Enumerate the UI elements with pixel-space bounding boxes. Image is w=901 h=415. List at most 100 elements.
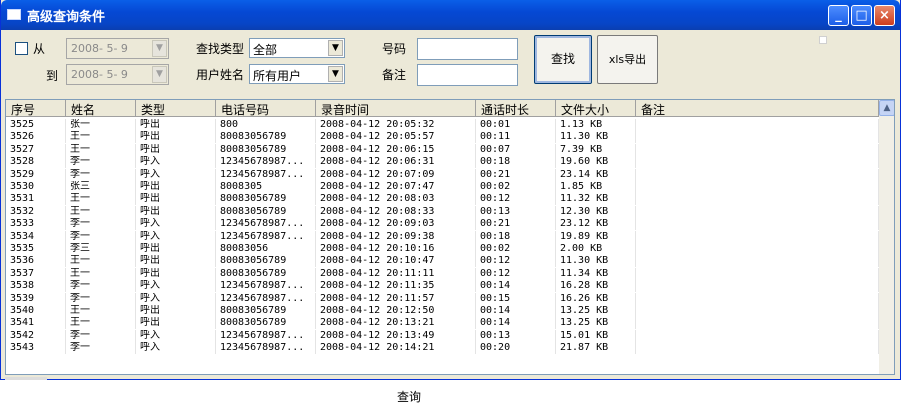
table-cell [636, 168, 879, 181]
to-label: 到 [46, 69, 59, 83]
chevron-down-icon[interactable]: ▼ [152, 40, 167, 57]
table-row[interactable]: 3535 李三 呼出 80083056 2008-04-12 20:10:16 00:02… [6, 243, 879, 255]
column-header[interactable]: 类型 [136, 100, 216, 117]
table-cell: 00:18 [476, 230, 556, 243]
table-cell: 00:11 [476, 131, 556, 144]
table-cell: 00:12 [476, 255, 556, 268]
table-cell: 李一 [66, 329, 136, 342]
table-cell: 12345678987... [216, 342, 316, 355]
search-type-value: 全部 [253, 43, 278, 57]
table-cell: 00:12 [476, 193, 556, 206]
minimize-icon[interactable]: _ [828, 5, 849, 26]
table-cell: 80083056789 [216, 205, 316, 218]
table-cell: 2008-04-12 20:09:03 [316, 218, 476, 231]
table-cell: 7.39 KB [556, 143, 636, 156]
close-icon[interactable]: × [874, 5, 895, 26]
column-header[interactable]: 序号 [6, 100, 66, 117]
note-input[interactable] [417, 64, 518, 86]
table-row[interactable]: 3540 王一 呼出 80083056789 2008-04-12 20:12:50 00… [6, 305, 879, 317]
query-window: 高级查询条件 _ □ × 从 到 2008- 5- 9 ▼ 2008- 5- 9… [0, 0, 901, 380]
table-cell: 00:14 [476, 317, 556, 330]
username-select[interactable]: 所有用户 ▼ [249, 64, 345, 84]
column-header[interactable]: 姓名 [66, 100, 136, 117]
table-cell: 19.60 KB [556, 156, 636, 169]
table-row[interactable]: 3537 王一 呼出 80083056789 2008-04-12 20:11:11 00… [6, 267, 879, 280]
table-cell: 3533 [6, 218, 66, 231]
table-row[interactable]: 3538 李一 呼入 12345678987... 2008-04-12 20:11:3… [6, 280, 879, 293]
table-cell: 13.25 KB [556, 317, 636, 330]
table-cell: 3540 [6, 305, 66, 317]
table-row[interactable]: 3531 王一 呼出 80083056789 2008-04-12 20:08:03 00… [6, 193, 879, 206]
table-cell: 王一 [66, 255, 136, 268]
table-row[interactable]: 3542 李一 呼入 12345678987... 2008-04-12 20:13:4… [6, 329, 879, 342]
from-date-picker[interactable]: 2008- 5- 9 ▼ [66, 38, 169, 59]
column-header[interactable]: 通话时长 [476, 100, 556, 117]
table-cell: 呼入 [136, 218, 216, 231]
table-row[interactable]: 3532 王一 呼出 80083056789 2008-04-12 20:08:33 00… [6, 205, 879, 218]
table-cell [636, 143, 879, 156]
chevron-down-icon[interactable]: ▼ [328, 40, 343, 56]
table-cell [636, 156, 879, 169]
results-table[interactable]: 序号 姓名 类型 电话号码 录音时间 通话时长 文件大小 备注 3525 张一 呼出 800 2008… [5, 99, 895, 375]
chevron-up-icon[interactable]: ▲ [879, 100, 894, 116]
table-cell: 张一 [66, 119, 136, 131]
table-cell: 2008-04-12 20:12:50 [316, 305, 476, 317]
chevron-down-icon[interactable]: ▼ [328, 66, 343, 82]
table-row[interactable]: 3525 张一 呼出 800 2008-04-12 20:05:32 00:01 1.13 … [6, 119, 879, 131]
table-cell: 80083056789 [216, 143, 316, 156]
table-cell: 3526 [6, 131, 66, 144]
table-cell: 李一 [66, 292, 136, 305]
table-cell [636, 292, 879, 305]
date-range-checkbox[interactable] [15, 42, 28, 55]
chevron-down-icon[interactable]: ▼ [152, 66, 167, 83]
column-header[interactable]: 备注 [636, 100, 879, 117]
table-row[interactable]: 3526 王一 呼出 80083056789 2008-04-12 20:05:57 00… [6, 131, 879, 144]
table-cell: 呼出 [136, 119, 216, 131]
table-row[interactable]: 3530 张三 呼出 8008305 2008-04-12 20:07:47 00:02 1… [6, 181, 879, 193]
table-cell: 800 [216, 119, 316, 131]
table-cell: 3528 [6, 156, 66, 169]
table-cell: 王一 [66, 193, 136, 206]
column-header[interactable]: 文件大小 [556, 100, 636, 117]
table-row[interactable]: 3529 李一 呼入 12345678987... 2008-04-12 20:07:0… [6, 168, 879, 181]
table-row[interactable]: 3543 李一 呼入 12345678987... 2008-04-12 20:14:2… [6, 342, 879, 355]
window-title: 高级查询条件 [27, 10, 106, 25]
table-row[interactable]: 3528 李一 呼入 12345678987... 2008-04-12 20:06:3… [6, 156, 879, 169]
username-label: 用户姓名 [196, 68, 245, 82]
title-bar[interactable]: 高级查询条件 _ □ × [1, 0, 900, 30]
table-cell: 12345678987... [216, 168, 316, 181]
maximize-icon[interactable]: □ [851, 5, 872, 26]
search-button[interactable]: 查找 [534, 35, 592, 84]
table-cell [636, 243, 879, 255]
table-cell: 3537 [6, 267, 66, 280]
table-cell: 张三 [66, 181, 136, 193]
table-row[interactable]: 3539 李一 呼入 12345678987... 2008-04-12 20:11:5… [6, 292, 879, 305]
table-cell: 李一 [66, 168, 136, 181]
table-cell: 13.25 KB [556, 305, 636, 317]
number-input[interactable] [417, 38, 518, 60]
table-row[interactable]: 3533 李一 呼入 12345678987... 2008-04-12 20:09:0… [6, 218, 879, 231]
table-cell: 3534 [6, 230, 66, 243]
table-row[interactable]: 3536 王一 呼出 80083056789 2008-04-12 20:10:47 00… [6, 255, 879, 268]
table-cell: 00:12 [476, 267, 556, 280]
table-cell: 19.89 KB [556, 230, 636, 243]
table-cell: 王一 [66, 131, 136, 144]
table-cell: 2008-04-12 20:09:38 [316, 230, 476, 243]
search-type-select[interactable]: 全部 ▼ [249, 38, 345, 58]
table-cell: 12345678987... [216, 218, 316, 231]
table-cell: 2008-04-12 20:13:49 [316, 329, 476, 342]
table-cell: 00:02 [476, 243, 556, 255]
vertical-scrollbar[interactable]: ▲ [879, 100, 894, 374]
table-row[interactable]: 3534 李一 呼入 12345678987... 2008-04-12 20:09:3… [6, 230, 879, 243]
table-row[interactable]: 3527 王一 呼出 80083056789 2008-04-12 20:06:15 00… [6, 143, 879, 156]
column-header[interactable]: 电话号码 [216, 100, 316, 117]
table-row[interactable]: 3541 王一 呼出 80083056789 2008-04-12 20:13:21 00… [6, 317, 879, 330]
table-cell: 王一 [66, 205, 136, 218]
xls-export-button[interactable]: xls导出 [597, 35, 658, 84]
column-header[interactable]: 录音时间 [316, 100, 476, 117]
table-cell: 00:01 [476, 119, 556, 131]
to-date-picker[interactable]: 2008- 5- 9 ▼ [66, 64, 169, 85]
table-cell: 王一 [66, 267, 136, 280]
table-cell: 3527 [6, 143, 66, 156]
table-cell: 80083056789 [216, 131, 316, 144]
